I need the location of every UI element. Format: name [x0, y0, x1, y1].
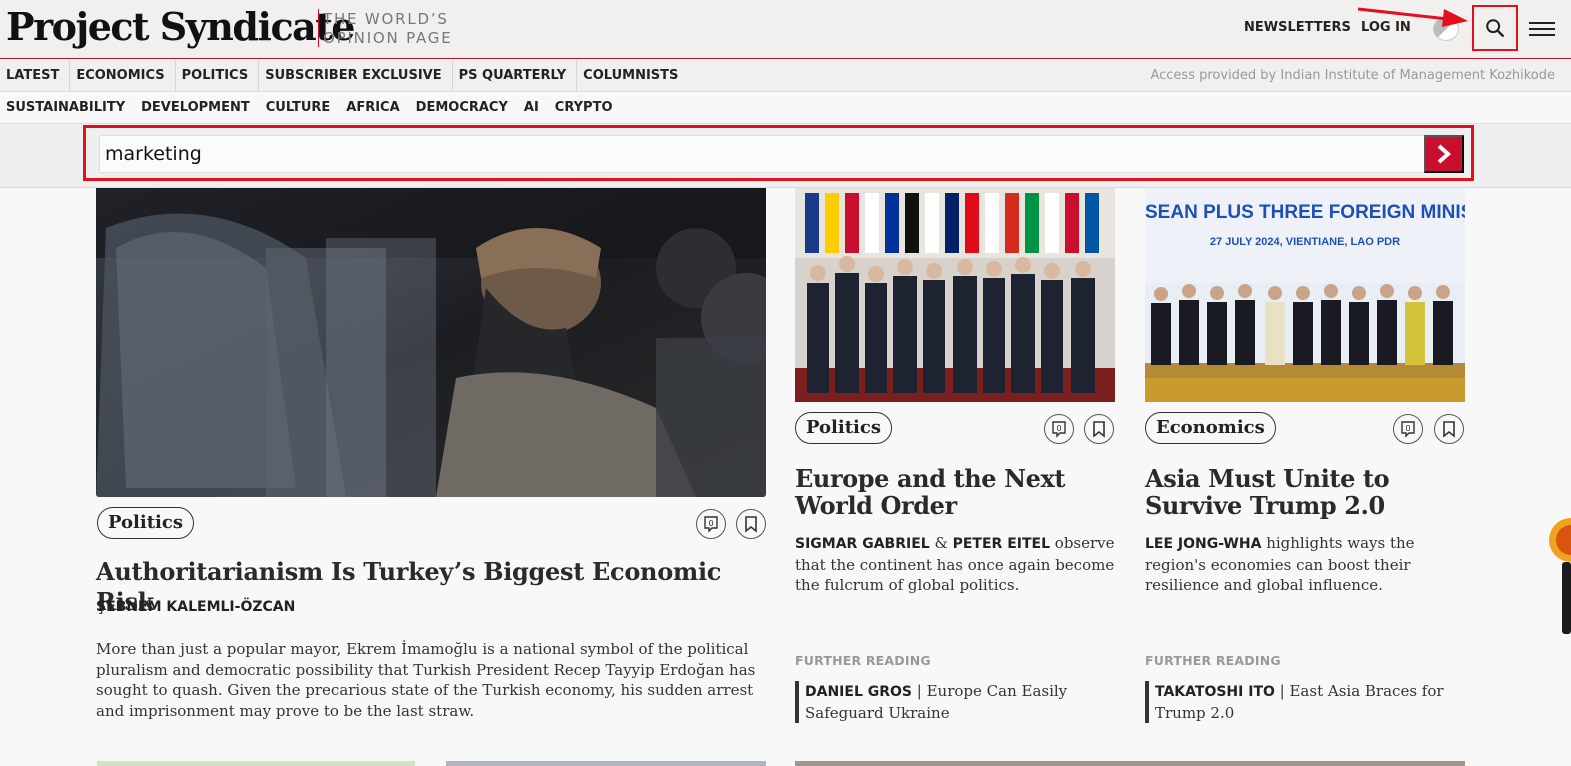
card-a-image[interactable] — [795, 188, 1115, 402]
card-a-ampersand: & — [934, 534, 948, 552]
nav-item-latest[interactable]: LATEST — [0, 60, 71, 91]
site-tagline: THE WORLD’S OPINION PAGE — [323, 10, 453, 48]
card-a-further-author: DANIEL GROS — [805, 684, 912, 700]
main-comment-count: 0 — [708, 519, 713, 528]
bookmark-icon — [1443, 421, 1455, 438]
primary-nav: LATEST ECONOMICS POLITICS SUBSCRIBER EXC… — [0, 60, 1571, 92]
card-b-comment-button[interactable]: 0 — [1393, 414, 1423, 444]
card-b-further-separator: | — [1274, 682, 1290, 700]
next-image-strip-1 — [97, 761, 415, 766]
card-b-bookmark-button[interactable] — [1434, 414, 1464, 444]
search-highlight: marketing — [83, 125, 1474, 181]
next-image-strip-2 — [446, 761, 766, 766]
nav-item-subscriber-exclusive[interactable]: SUBSCRIBER EXCLUSIVE — [259, 60, 453, 91]
image-banner-subtitle: 27 JULY 2024, VIENTIANE, LAO PDR — [1210, 236, 1400, 248]
card-a-further-reading-label: FURTHER READING — [795, 653, 931, 668]
newsletters-link[interactable]: NEWSLETTERS — [1244, 20, 1351, 35]
site-logo[interactable]: Project Syndicate — [6, 2, 355, 52]
card-b-further-reading-label: FURTHER READING — [1145, 653, 1281, 668]
card-b-author[interactable]: LEE JONG-WHA — [1145, 536, 1261, 552]
card-a-title[interactable]: Europe and the Next World Order — [795, 465, 1125, 519]
main-article-category[interactable]: Politics — [97, 507, 194, 539]
card-b-comment-count: 0 — [1405, 424, 1410, 433]
card-a-bookmark-button[interactable] — [1084, 414, 1114, 444]
main-article-author[interactable]: ŞEBNEM KALEMLI-ÖZCAN — [96, 599, 295, 615]
nav-item-ps-quarterly[interactable]: PS QUARTERLY — [453, 60, 578, 91]
nav-item-ai[interactable]: AI — [518, 92, 549, 123]
search-button[interactable] — [1472, 5, 1518, 51]
chevron-right-icon — [1437, 144, 1452, 164]
nav-item-columnists[interactable]: COLUMNISTS — [577, 60, 688, 91]
card-a-further-reading-link[interactable]: DANIEL GROS | Europe Can Easily Safeguar… — [795, 681, 1115, 724]
access-notice: Access provided by Indian Institute of M… — [1150, 68, 1555, 83]
search-input[interactable]: marketing — [99, 135, 1426, 173]
main-comment-button[interactable]: 0 — [696, 509, 726, 539]
nav-item-development[interactable]: DEVELOPMENT — [135, 92, 260, 123]
annotation-arrow — [1358, 7, 1468, 27]
image-banner-title: SEAN PLUS THREE FOREIGN MINISTERS' MI — [1145, 202, 1465, 223]
main-article-image[interactable] — [96, 188, 766, 497]
search-icon — [1486, 19, 1504, 37]
card-a-comment-button[interactable]: 0 — [1044, 414, 1074, 444]
search-submit-button[interactable] — [1424, 135, 1464, 173]
nav-item-africa[interactable]: AFRICA — [340, 92, 409, 123]
nav-item-democracy[interactable]: DEMOCRACY — [410, 92, 518, 123]
card-a-summary: SIGMAR GABRIEL & PETER EITEL observe tha… — [795, 533, 1125, 596]
main-bookmark-button[interactable] — [736, 509, 766, 539]
nav-item-crypto[interactable]: CRYPTO — [549, 92, 623, 123]
nav-item-politics[interactable]: POLITICS — [176, 60, 260, 91]
menu-icon[interactable] — [1529, 18, 1555, 40]
card-a-comment-count: 0 — [1056, 424, 1061, 433]
card-b-further-reading-link[interactable]: TAKATOSHI ITO | East Asia Braces for Tru… — [1145, 681, 1465, 724]
site-header: Project Syndicate THE WORLD’S OPINION PA… — [0, 0, 1571, 59]
nav-item-sustainability[interactable]: SUSTAINABILITY — [0, 92, 135, 123]
card-b-summary: LEE JONG-WHA highlights ways the region'… — [1145, 533, 1475, 596]
card-b-category[interactable]: Economics — [1145, 412, 1276, 444]
card-a-further-separator: | — [912, 682, 927, 700]
comment-icon: 0 — [1052, 421, 1066, 438]
bookmark-icon — [1093, 421, 1105, 438]
card-a-category[interactable]: Politics — [795, 412, 892, 444]
search-panel: marketing — [0, 124, 1571, 188]
nav-item-culture[interactable]: CULTURE — [260, 92, 341, 123]
tagline-line-2: OPINION PAGE — [323, 29, 453, 47]
secondary-nav: SUSTAINABILITY DEVELOPMENT CULTURE AFRIC… — [0, 92, 1571, 124]
card-b-image[interactable]: SEAN PLUS THREE FOREIGN MINISTERS' MI 27… — [1145, 188, 1465, 402]
tagline-line-1: THE WORLD’S — [323, 10, 449, 28]
comment-icon: 0 — [1401, 421, 1415, 438]
floating-widget-icon[interactable] — [1544, 510, 1571, 634]
card-b-title[interactable]: Asia Must Unite to Survive Trump 2.0 — [1145, 465, 1475, 519]
card-a-author-1[interactable]: SIGMAR GABRIEL — [795, 536, 930, 552]
comment-icon: 0 — [704, 516, 718, 533]
card-b-further-author: TAKATOSHI ITO — [1155, 684, 1275, 700]
logo-divider — [318, 9, 319, 47]
bookmark-icon — [745, 516, 757, 533]
next-image-strip-3 — [795, 761, 1465, 766]
nav-item-economics[interactable]: ECONOMICS — [70, 60, 176, 91]
card-a-author-2[interactable]: PETER EITEL — [953, 536, 1050, 552]
main-article-summary: More than just a popular mayor, Ekrem İm… — [96, 640, 756, 720]
